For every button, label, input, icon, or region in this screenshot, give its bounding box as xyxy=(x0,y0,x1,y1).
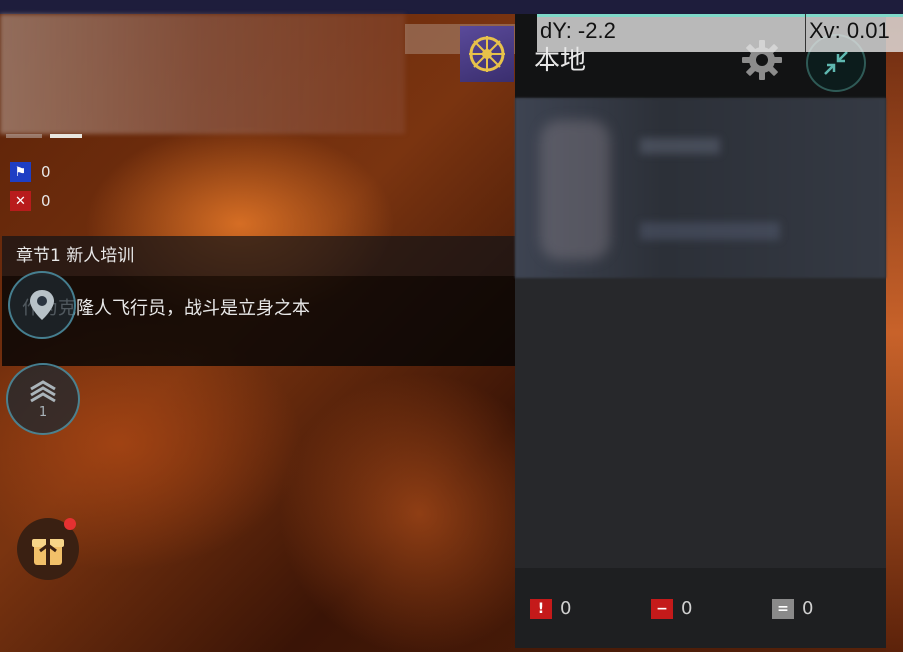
mission-description-panel[interactable]: 作为克隆人飞行员，战斗是立身之本 xyxy=(2,276,515,366)
blurred-text xyxy=(640,222,780,240)
minus-icon: − xyxy=(651,598,673,619)
status-flag-count: 0 xyxy=(41,163,51,181)
exclamation-icon: ! xyxy=(530,598,552,619)
mission-chapter-header[interactable]: 章节1 新人培训 xyxy=(2,236,515,276)
mission-chapter-title: 章节1 新人培训 xyxy=(16,246,135,266)
filter-hostile-button[interactable]: − 0 xyxy=(651,598,692,619)
blurred-avatar xyxy=(540,120,610,260)
filter-count: 0 xyxy=(681,598,693,619)
debug-dy: dY: -2.2 xyxy=(540,18,616,43)
blurred-overview-panel xyxy=(0,14,405,134)
blurred-text xyxy=(640,138,720,154)
gift-box-icon xyxy=(32,539,64,565)
top-status-bar xyxy=(0,0,903,14)
collapse-arrows-icon xyxy=(824,51,848,75)
debug-xv: Xv: 0.01 xyxy=(809,18,890,43)
stack-level-button[interactable]: 1 xyxy=(6,363,80,435)
space-background-edge xyxy=(886,14,903,652)
location-button[interactable] xyxy=(8,271,76,339)
filter-neutral-button[interactable]: = 0 xyxy=(772,598,813,619)
notification-dot xyxy=(64,518,76,530)
blue-flag-icon: ⚑ xyxy=(10,162,31,182)
filter-alert-button[interactable]: ! 0 xyxy=(530,598,571,619)
tab-indicator xyxy=(6,134,42,138)
stack-level: 1 xyxy=(38,404,48,420)
filter-count: 0 xyxy=(560,598,572,619)
status-flag-count: 0 xyxy=(41,192,51,210)
red-x-icon: ✕ xyxy=(10,191,31,211)
corporation-emblem[interactable] xyxy=(460,26,514,82)
chevron-stack-icon xyxy=(30,379,56,402)
equals-icon: = xyxy=(772,598,794,619)
debug-separator xyxy=(805,14,806,52)
filter-count: 0 xyxy=(802,598,814,619)
emblem-wheel-icon xyxy=(469,36,505,72)
location-pin-icon xyxy=(30,290,54,320)
status-flag-blue[interactable]: ⚑ 0 xyxy=(10,162,51,182)
tab-indicator-active[interactable] xyxy=(50,134,82,138)
status-flag-red[interactable]: ✕ 0 xyxy=(10,191,51,211)
